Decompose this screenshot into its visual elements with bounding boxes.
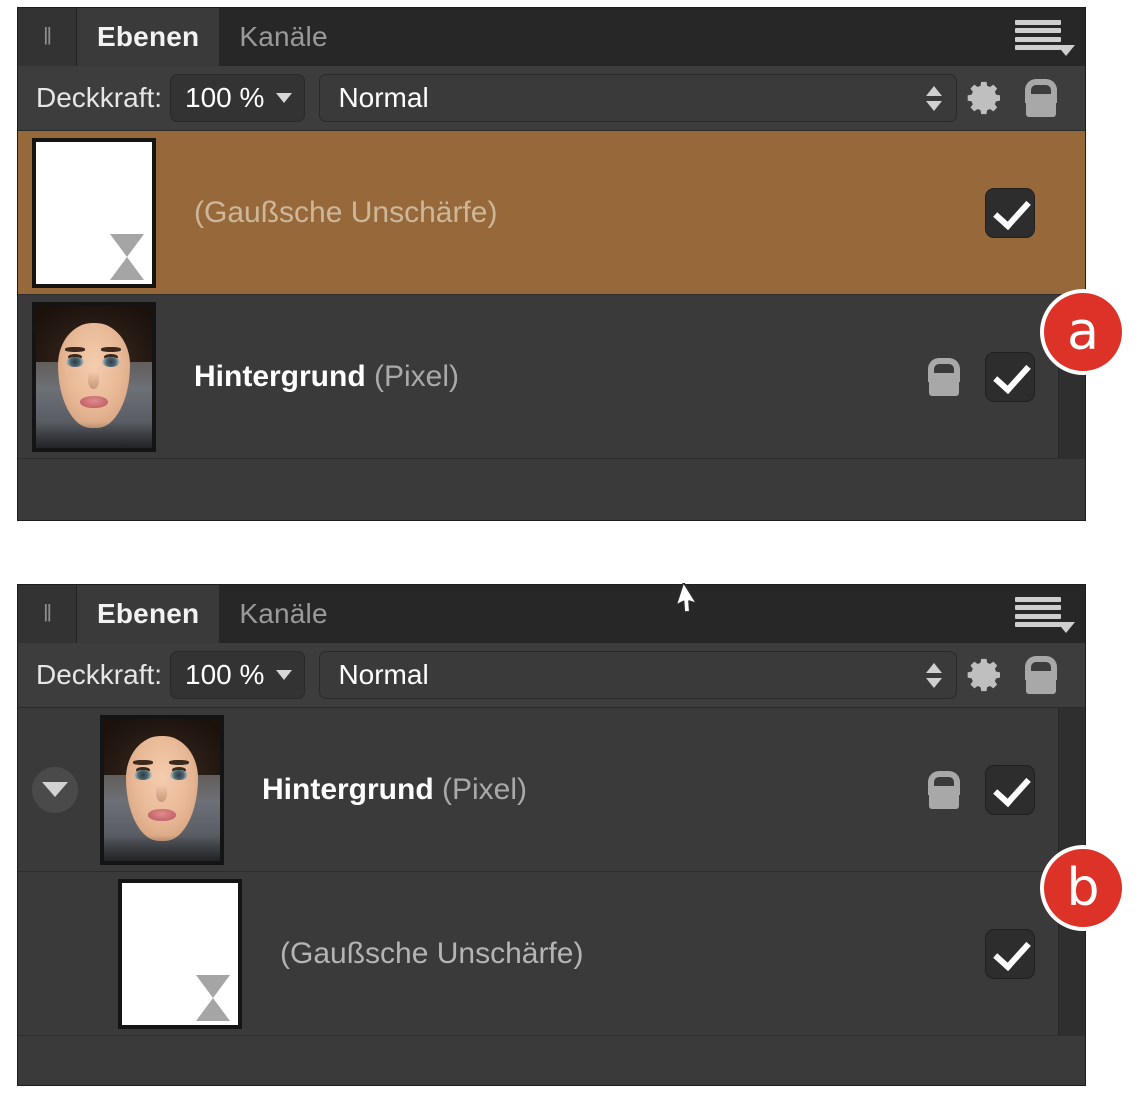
blend-mode-select[interactable]: Normal — [319, 74, 957, 122]
layer-name: (Gaußsche Unschärfe) — [194, 196, 985, 230]
panel-b-layer-list: Hintergrund (Pixel) (Gaußsche Unschärfe) — [18, 708, 1085, 1036]
lock-icon — [1025, 79, 1057, 117]
table-row[interactable]: (Gaußsche Unschärfe) — [18, 872, 1085, 1036]
panel-menu-button[interactable] — [1015, 8, 1085, 66]
triangle-down-icon — [42, 782, 68, 797]
panel-b-tabbar: ‖ Ebenen Kanäle — [18, 585, 1085, 643]
blend-mode-value: Normal — [338, 659, 429, 690]
row-icons — [985, 928, 1035, 979]
tab-ebenen-label: Ebenen — [97, 21, 200, 52]
tab-ebenen[interactable]: Ebenen — [77, 585, 220, 643]
row-icons — [928, 764, 1035, 815]
tabbar-spacer — [348, 585, 1015, 643]
panel-menu-button[interactable] — [1015, 585, 1085, 643]
layer-settings-button[interactable] — [957, 647, 1013, 703]
spinner-arrows-icon[interactable] — [926, 662, 946, 688]
layer-name: Hintergrund (Pixel) — [194, 360, 929, 394]
portrait-thumbnail-image — [36, 305, 152, 448]
layer-kind-label: (Gaußsche Unschärfe) — [280, 936, 584, 970]
row-icons — [928, 351, 1035, 402]
table-row[interactable]: Hintergrund (Pixel) — [18, 295, 1085, 459]
layer-visibility-checkbox[interactable] — [985, 351, 1035, 402]
drag-handle-icon[interactable]: ‖ — [18, 8, 77, 66]
tab-kanaele[interactable]: Kanäle — [219, 585, 347, 643]
layer-name: (Gaußsche Unschärfe) — [280, 937, 985, 971]
panel-a-toolbar: Deckkraft: 100 % Normal — [18, 66, 1085, 131]
opacity-input[interactable]: 100 % — [170, 74, 306, 122]
layer-visibility-checkbox[interactable] — [985, 764, 1035, 815]
layer-thumbnail-photo[interactable] — [32, 301, 156, 452]
panel-a-tabbar: ‖ Ebenen Kanäle — [18, 8, 1085, 66]
layer-thumbnail-mask[interactable] — [32, 137, 156, 288]
tab-ebenen-label: Ebenen — [97, 598, 200, 629]
portrait-thumbnail-image — [104, 718, 220, 861]
lock-icon[interactable] — [928, 770, 960, 809]
layer-thumbnail-photo[interactable] — [100, 714, 224, 865]
opacity-value: 100 % — [185, 82, 265, 113]
callout-badge-a: a — [1040, 289, 1126, 375]
lock-icon — [1025, 656, 1057, 694]
tab-ebenen[interactable]: Ebenen — [77, 8, 220, 66]
blend-mode-select[interactable]: Normal — [319, 651, 957, 699]
chevron-down-icon — [1057, 622, 1075, 633]
opacity-input[interactable]: 100 % — [170, 651, 306, 699]
layer-title-label: Hintergrund — [262, 772, 434, 806]
table-row[interactable]: Hintergrund (Pixel) — [18, 708, 1085, 872]
hourglass-icon — [196, 974, 230, 1021]
hourglass-icon — [110, 233, 144, 280]
panel-b-toolbar: Deckkraft: 100 % Normal — [18, 643, 1085, 708]
gear-icon — [967, 81, 1000, 115]
panel-a-layer-list: (Gaußsche Unschärfe) Hintergrund (Pixel) — [18, 131, 1085, 459]
layer-visibility-checkbox[interactable] — [985, 187, 1035, 238]
panel-menu-icon — [1015, 597, 1075, 633]
gear-icon — [967, 658, 1000, 692]
tab-kanaele-label: Kanäle — [239, 598, 328, 629]
layer-thumbnail-mask[interactable] — [118, 878, 242, 1029]
layer-kind-label: (Pixel) — [442, 772, 528, 806]
layer-kind-label: (Gaußsche Unschärfe) — [194, 195, 498, 229]
panel-menu-icon — [1015, 20, 1075, 56]
table-row[interactable]: (Gaußsche Unschärfe) — [18, 131, 1085, 295]
opacity-label: Deckkraft: — [36, 659, 163, 690]
callout-badge-b: b — [1040, 845, 1126, 931]
layers-panel-b: ‖ Ebenen Kanäle Deckkraft: 100 % Normal — [18, 585, 1085, 1085]
disclosure-triangle-button[interactable] — [32, 766, 78, 813]
chevron-down-icon — [1057, 45, 1075, 56]
lock-icon[interactable] — [928, 357, 960, 396]
layers-panel-a: ‖ Ebenen Kanäle Deckkraft: 100 % Normal — [18, 8, 1085, 520]
tab-kanaele[interactable]: Kanäle — [219, 8, 347, 66]
layer-title-label: Hintergrund — [194, 359, 366, 393]
row-icons — [985, 187, 1035, 238]
layer-visibility-checkbox[interactable] — [985, 928, 1035, 979]
lock-button[interactable] — [1013, 647, 1069, 703]
layer-settings-button[interactable] — [957, 70, 1013, 126]
blend-mode-value: Normal — [338, 82, 429, 113]
opacity-label: Deckkraft: — [36, 82, 163, 113]
chevron-down-icon[interactable] — [276, 670, 293, 680]
drag-handle-icon[interactable]: ‖ — [18, 585, 77, 643]
tabbar-spacer — [348, 8, 1015, 66]
tab-kanaele-label: Kanäle — [239, 21, 328, 52]
layer-kind-label: (Pixel) — [374, 359, 460, 393]
opacity-value: 100 % — [185, 659, 265, 690]
chevron-down-icon[interactable] — [276, 93, 293, 103]
lock-button[interactable] — [1013, 70, 1069, 126]
spinner-arrows-icon[interactable] — [926, 85, 946, 111]
layer-name: Hintergrund (Pixel) — [262, 773, 929, 807]
